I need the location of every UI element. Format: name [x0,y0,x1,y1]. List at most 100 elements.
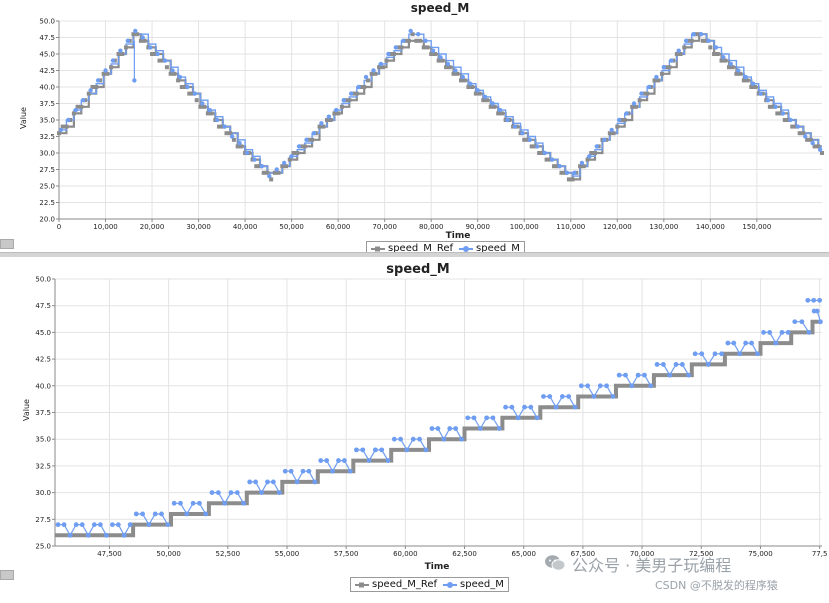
x-tick-label: 130,000 [649,223,678,231]
x-tick-label: 140,000 [696,223,725,231]
meas-marker [200,101,205,106]
ref-marker [682,45,687,50]
y-tick-label: 30.0 [35,489,51,497]
legend-item-ref: speed_M_Ref [355,579,437,590]
meas-marker [579,160,585,166]
meas-marker [669,58,674,63]
meas-marker [460,74,466,80]
y-tick-label: 25.0 [39,183,55,191]
x-tick-label: 55,000 [275,550,300,558]
ref-marker [645,91,650,96]
meas-marker [527,137,533,142]
meas-marker [743,74,748,80]
x-tick-label: 50,000 [156,550,181,558]
y-tick-label: 37.5 [35,409,51,417]
ref-marker [362,85,367,89]
ref-marker [425,45,430,50]
y-tick-label: 50.0 [35,276,51,284]
ref-marker [347,98,352,103]
y-tick-label: 20.0 [39,216,55,224]
chart-title: speed_M [386,262,449,277]
y-tick-label: 47.5 [39,34,55,42]
ref-marker [421,45,426,50]
meas-marker [408,28,413,34]
ref-swatch-icon [355,582,369,587]
x-tick-label: 77,5 [812,550,828,558]
x-tick-label: 30,000 [186,223,211,231]
wechat-icon [545,555,566,571]
meas-marker [706,38,711,43]
meas-marker [616,117,622,123]
ref-marker [566,177,571,182]
y-tick-label: 32.5 [39,133,55,141]
meas-marker [780,111,786,116]
ref-marker [767,104,772,109]
meas-marker [512,124,518,129]
meas-marker [103,68,108,73]
meas-marker [296,144,302,149]
meas-marker [162,58,168,63]
y-tick-label: 40.0 [35,382,51,390]
grid-lines [55,278,822,547]
ref-marker [123,45,128,50]
meas-marker [475,88,480,93]
meas-marker [817,147,823,152]
ref-marker [150,52,155,56]
meas-marker [430,48,436,53]
y-tick-label: 45.0 [39,51,55,59]
meas-marker [88,88,93,93]
ref-marker [406,38,411,43]
ref-marker [414,38,419,43]
meas-marker [214,117,220,123]
meas-marker [624,111,629,116]
x-tick-label: 50,000 [279,223,304,231]
meas-marker [691,32,696,37]
meas-marker [252,157,257,162]
y-tick-label: 40.0 [39,84,55,92]
meas-marker [505,117,510,123]
meas-marker [810,140,815,146]
meas-marker [140,35,145,40]
y-axis-label: Value [22,399,31,421]
ref-marker [570,177,575,182]
y-tick-label: 32.5 [35,462,51,470]
meas-marker [222,124,227,129]
meas-marker [535,144,540,149]
meas-marker [602,137,607,142]
y-tick-label: 42.5 [39,67,55,75]
x-tick-label: 110,000 [556,223,585,231]
meas-marker [728,61,734,67]
splitter-handle-bottom[interactable] [0,570,14,580]
meas-marker [341,98,346,103]
y-tick-label: 45.0 [35,329,51,337]
meas-marker [276,490,282,495]
meas-marker [393,45,399,50]
watermark-line2: CSDN @不脱发的程序猿 [655,579,778,592]
meas-marker [415,32,421,37]
x-tick-label: 52,500 [216,550,241,558]
ref-marker [708,45,713,50]
meas-marker [401,38,406,43]
ref-marker [537,151,542,155]
y-axis-label: Value [19,107,28,129]
meas-marker [453,68,458,73]
splitter-handle-top[interactable] [0,239,14,249]
ref-marker [94,85,99,89]
meas-marker [557,164,562,169]
meas-marker [386,51,391,57]
meas-marker [363,74,369,80]
y-tick-label: 22.5 [39,199,55,207]
ref-marker [354,91,359,96]
ref-marker [559,170,564,175]
meas-marker [319,121,324,126]
x-tick-label: 90,000 [465,223,490,231]
x-tick-label: 20,000 [140,223,165,231]
meas-marker [721,55,726,60]
meas-marker [267,173,272,179]
ref-marker [187,91,192,96]
ref-marker [302,144,307,149]
ref-marker [715,52,720,56]
meas-marker [520,131,525,136]
meas-marker [750,81,756,86]
x-tick-label: 60,000 [326,223,351,231]
